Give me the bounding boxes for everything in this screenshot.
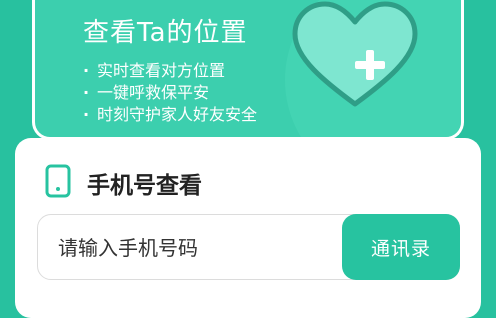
feature-text: 一键呼救保平安 xyxy=(97,83,210,102)
phone-number-input[interactable] xyxy=(56,227,340,269)
heart-plus-icon xyxy=(292,1,418,107)
contacts-button[interactable]: 通讯录 xyxy=(342,214,460,280)
feature-item: · 实时查看对方位置 xyxy=(83,61,226,80)
phone-lookup-panel: 手机号查看 通讯录 xyxy=(15,138,481,318)
feature-item: · 一键呼救保平安 xyxy=(83,83,210,102)
location-banner[interactable]: 查看Ta的位置 · 实时查看对方位置 · 一键呼救保平安 · 时刻守护家人好友安全 xyxy=(32,0,464,140)
feature-item: · 时刻守护家人好友安全 xyxy=(83,105,258,124)
feature-text: 实时查看对方位置 xyxy=(97,61,226,80)
phone-icon xyxy=(45,164,71,198)
feature-text: 时刻守护家人好友安全 xyxy=(97,105,258,124)
feature-list: · 实时查看对方位置 · 一键呼救保平安 · 时刻守护家人好友安全 xyxy=(83,60,257,126)
phone-input-row: 通讯录 xyxy=(37,214,460,280)
panel-title: 手机号查看 xyxy=(87,173,202,199)
banner-title: 查看Ta的位置 xyxy=(83,18,248,48)
